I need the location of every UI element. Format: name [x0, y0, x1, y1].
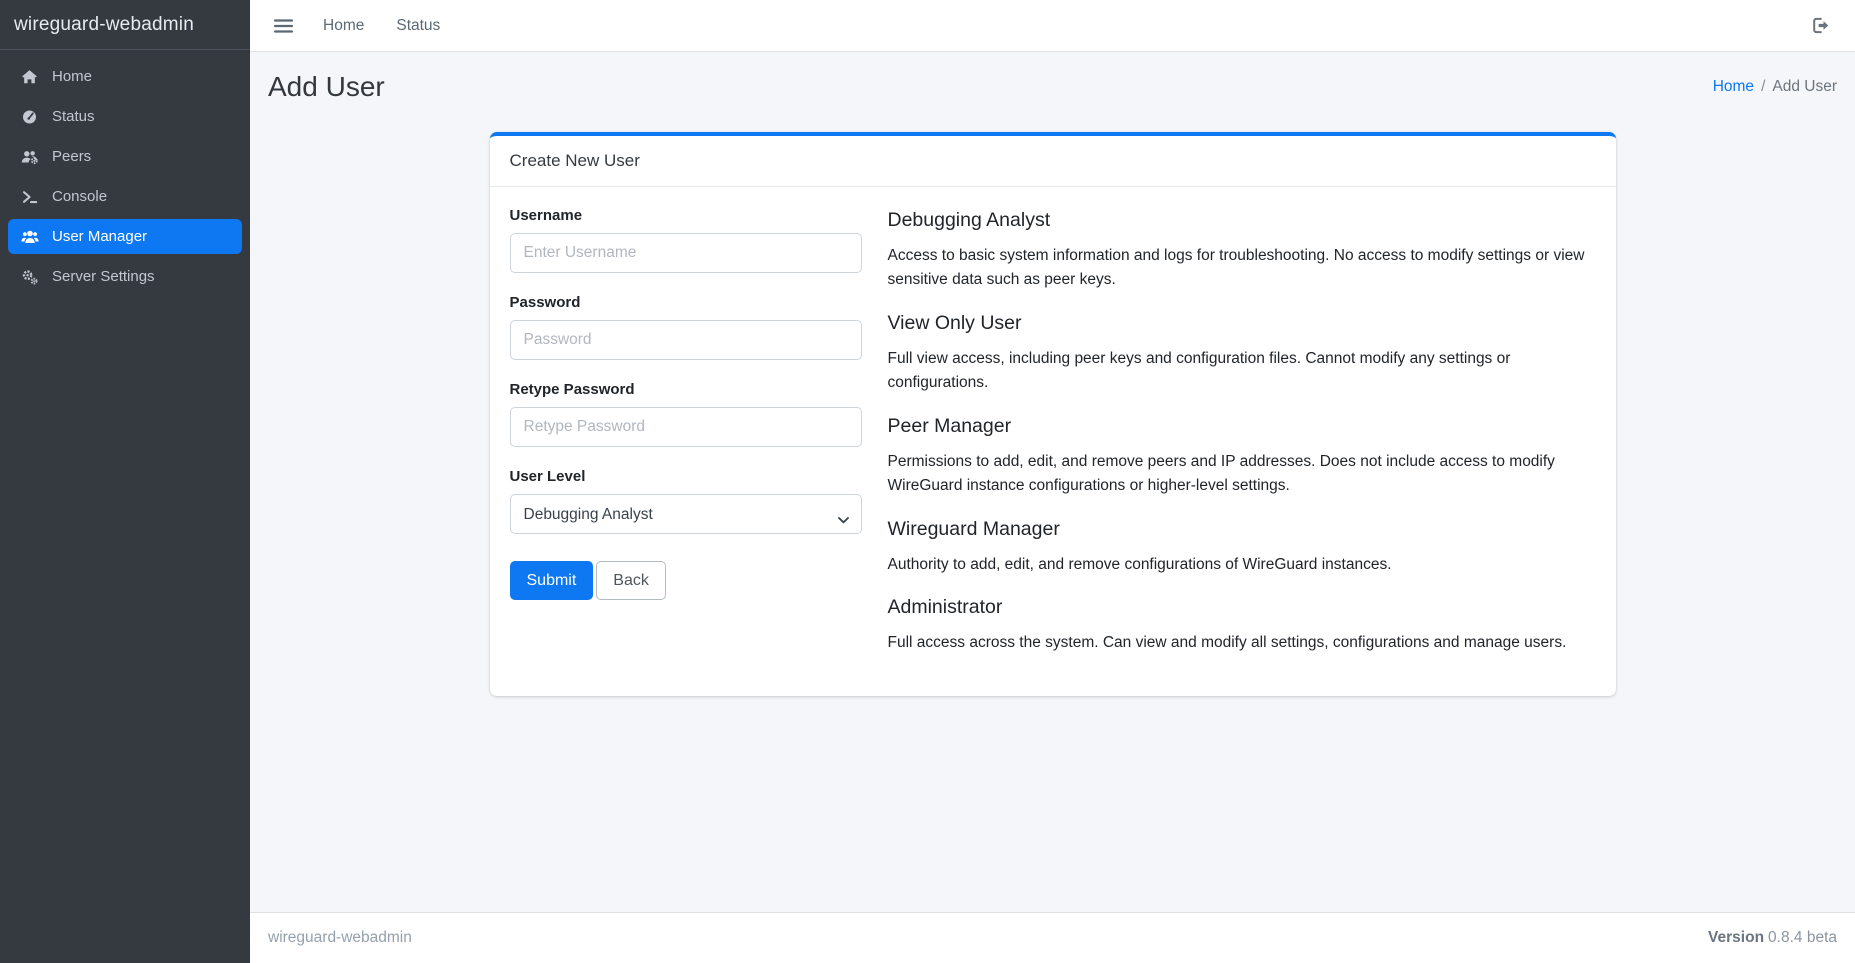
- home-icon: [18, 69, 41, 85]
- retype-password-group: Retype Password: [510, 381, 862, 447]
- role-title: Administrator: [888, 596, 1596, 619]
- form-actions: Submit Back: [510, 561, 862, 600]
- submit-button[interactable]: Submit: [510, 561, 594, 600]
- sidebar-item-label: Peers: [52, 148, 91, 165]
- role-block-administrator: Administrator Full access across the sys…: [888, 596, 1596, 655]
- password-input[interactable]: [510, 320, 862, 360]
- users-gear-icon: [18, 149, 41, 165]
- gears-icon: [18, 269, 41, 285]
- main-area: Home Status Add User Home / Add User Creat…: [250, 0, 1855, 963]
- sidebar-item-label: Status: [52, 108, 95, 125]
- footer-brand: wireguard-webadmin: [268, 929, 412, 947]
- hamburger-icon: [274, 18, 293, 34]
- sidebar-nav: Home Status Peers Console: [0, 50, 250, 308]
- navbar-link-home[interactable]: Home: [323, 17, 364, 35]
- gauge-icon: [18, 109, 41, 125]
- user-level-select[interactable]: Debugging Analyst: [510, 494, 862, 534]
- password-group: Password: [510, 294, 862, 360]
- card-body: Username Password Retype Password U: [490, 187, 1616, 696]
- page-title: Add User: [268, 71, 385, 103]
- breadcrumb-current: Add User: [1772, 78, 1837, 95]
- create-user-card: Create New User Username Password: [490, 132, 1616, 696]
- content-header: Add User Home / Add User: [250, 52, 1855, 116]
- breadcrumb-home-link[interactable]: Home: [1713, 78, 1754, 95]
- role-block-debugging-analyst: Debugging Analyst Access to basic system…: [888, 209, 1596, 293]
- username-input[interactable]: [510, 233, 862, 273]
- app-root: wireguard-webadmin Home Status Peers: [0, 0, 1855, 963]
- sidebar-item-user-manager[interactable]: User Manager: [8, 219, 242, 254]
- role-description: Access to basic system information and l…: [888, 244, 1596, 293]
- username-label: Username: [510, 207, 862, 224]
- role-title: Debugging Analyst: [888, 209, 1596, 232]
- footer-version-value: 0.8.4 beta: [1768, 929, 1837, 946]
- username-group: Username: [510, 207, 862, 273]
- sidebar: wireguard-webadmin Home Status Peers: [0, 0, 250, 963]
- user-level-group: User Level Debugging Analyst: [510, 468, 862, 534]
- role-description: Permissions to add, edit, and remove pee…: [888, 450, 1596, 499]
- top-navbar: Home Status: [250, 0, 1855, 52]
- role-title: Wireguard Manager: [888, 518, 1596, 541]
- sidebar-item-label: Server Settings: [52, 268, 155, 285]
- card-header: Create New User: [490, 136, 1616, 187]
- main-footer: wireguard-webadmin Version0.8.4 beta: [250, 912, 1855, 963]
- role-block-view-only-user: View Only User Full view access, includi…: [888, 312, 1596, 396]
- sidebar-item-console[interactable]: Console: [8, 179, 242, 214]
- card-title: Create New User: [510, 151, 640, 170]
- create-user-form: Username Password Retype Password U: [510, 207, 862, 656]
- sidebar-item-home[interactable]: Home: [8, 59, 242, 94]
- logout-button[interactable]: [1808, 13, 1835, 38]
- retype-password-label: Retype Password: [510, 381, 862, 398]
- back-button[interactable]: Back: [596, 561, 666, 600]
- footer-version: Version0.8.4 beta: [1708, 929, 1837, 947]
- user-level-label: User Level: [510, 468, 862, 485]
- role-description: Full view access, including peer keys an…: [888, 347, 1596, 396]
- footer-version-label: Version: [1708, 929, 1764, 946]
- breadcrumb-separator: /: [1761, 78, 1765, 95]
- sidebar-item-label: User Manager: [52, 228, 147, 245]
- role-description: Full access across the system. Can view …: [888, 631, 1596, 655]
- page-content: Create New User Username Password: [250, 116, 1855, 912]
- sign-out-icon: [1812, 17, 1831, 34]
- breadcrumb: Home / Add User: [1713, 78, 1837, 96]
- role-descriptions: Debugging Analyst Access to basic system…: [888, 207, 1596, 656]
- terminal-icon: [18, 189, 41, 205]
- role-title: Peer Manager: [888, 415, 1596, 438]
- sidebar-item-label: Console: [52, 188, 107, 205]
- sidebar-item-status[interactable]: Status: [8, 99, 242, 134]
- sidebar-item-peers[interactable]: Peers: [8, 139, 242, 174]
- password-label: Password: [510, 294, 862, 311]
- navbar-link-status[interactable]: Status: [396, 17, 440, 35]
- users-icon: [18, 229, 41, 245]
- role-block-wireguard-manager: Wireguard Manager Authority to add, edit…: [888, 518, 1596, 577]
- app-brand[interactable]: wireguard-webadmin: [0, 0, 250, 50]
- menu-toggle-button[interactable]: [270, 12, 297, 40]
- role-description: Authority to add, edit, and remove confi…: [888, 553, 1596, 577]
- role-block-peer-manager: Peer Manager Permissions to add, edit, a…: [888, 415, 1596, 499]
- retype-password-input[interactable]: [510, 407, 862, 447]
- role-title: View Only User: [888, 312, 1596, 335]
- sidebar-item-label: Home: [52, 68, 92, 85]
- sidebar-item-server-settings[interactable]: Server Settings: [8, 259, 242, 294]
